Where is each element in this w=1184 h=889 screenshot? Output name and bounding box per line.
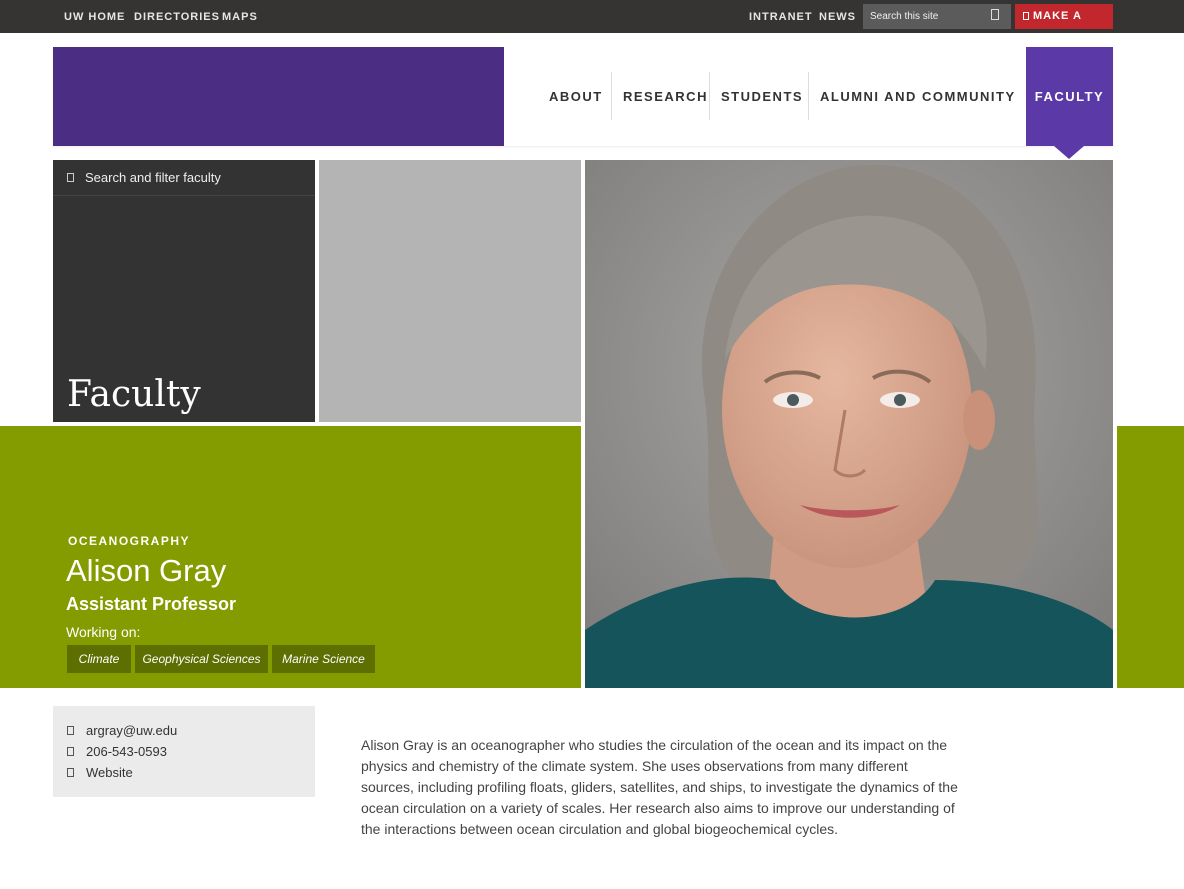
website-text: Website [86, 764, 133, 780]
nav-students[interactable]: STUDENTS [721, 72, 803, 120]
make-a-gift-button[interactable]: MAKE A GIFT [1015, 4, 1113, 47]
website-icon [67, 767, 74, 777]
nav-research[interactable]: RESEARCH [623, 72, 708, 120]
site-search [863, 4, 1011, 29]
nav-divider [611, 72, 612, 120]
page-title: Faculty [67, 374, 201, 415]
phone-icon [67, 746, 74, 756]
intranet-link[interactable]: INTRANET [749, 11, 813, 23]
faculty-portrait [585, 160, 1113, 688]
phone-link[interactable]: 206-543-0593 [67, 743, 167, 759]
filter-label: Search and filter faculty [85, 170, 221, 185]
utility-bar: UW HOME DIRECTORIES MAPS INTRANET NEWS M… [0, 0, 1184, 47]
nav-faculty[interactable]: FACULTY [1026, 47, 1113, 146]
search-filter-faculty-button[interactable]: Search and filter faculty [53, 160, 315, 196]
tag-marine-science[interactable]: Marine Science [272, 645, 375, 673]
faculty-bio: Alison Gray is an oceanographer who stud… [361, 737, 958, 837]
profile-banner-edge [1117, 426, 1184, 688]
maps-link[interactable]: MAPS [222, 11, 258, 23]
website-link[interactable]: Website [67, 764, 133, 780]
nav-alumni-and-community[interactable]: ALUMNI AND COMMUNITY [820, 72, 1016, 120]
brand-banner[interactable] [53, 47, 504, 146]
department-label: OCEANOGRAPHY [68, 534, 191, 548]
email-text: argray@uw.edu [86, 722, 178, 738]
filter-icon [67, 173, 74, 182]
email-link[interactable]: argray@uw.edu [67, 722, 177, 738]
nav-divider [808, 72, 809, 120]
gift-icon [1023, 12, 1029, 20]
working-on-label: Working on: [66, 624, 141, 640]
faculty-name: Alison Gray [66, 553, 227, 588]
email-icon [67, 725, 74, 735]
site-header: ABOUT RESEARCH STUDENTS ALUMNI AND COMMU… [53, 47, 1113, 146]
tag-climate[interactable]: Climate [67, 645, 131, 673]
faculty-title: Assistant Professor [66, 594, 237, 614]
nav-divider [709, 72, 710, 120]
directories-link[interactable]: DIRECTORIES [134, 11, 220, 23]
news-link[interactable]: NEWS [819, 11, 856, 23]
uw-home-link[interactable]: UW HOME [64, 11, 125, 23]
site-search-input[interactable] [863, 4, 983, 29]
search-icon[interactable] [989, 9, 1003, 23]
nav-about[interactable]: ABOUT [549, 72, 603, 120]
tag-geophysical-sciences[interactable]: Geophysical Sciences [135, 645, 268, 673]
decorative-gray-tile [319, 160, 581, 422]
phone-text: 206-543-0593 [86, 743, 167, 759]
contact-info: argray@uw.edu 206-543-0593 Website [53, 706, 315, 797]
active-nav-indicator [1054, 146, 1084, 159]
make-a-gift-label: MAKE A GIFT [1023, 10, 1082, 47]
faculty-filter-panel: Search and filter faculty Faculty [53, 160, 315, 422]
